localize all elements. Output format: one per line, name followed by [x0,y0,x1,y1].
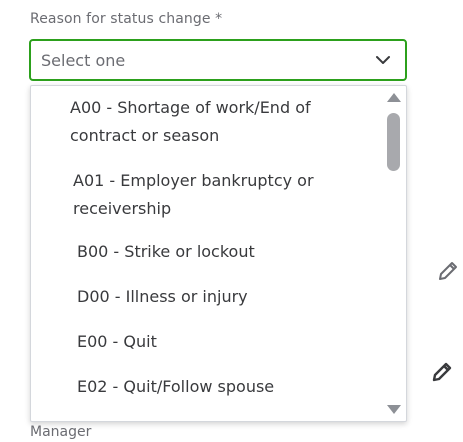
scroll-down-arrow-icon[interactable] [387,405,401,414]
dropdown-list: A00 - Shortage of work/End of contract o… [30,85,407,422]
option-e00[interactable]: E00 - Quit [77,328,367,356]
field-label: Reason for status change * [30,11,223,27]
pencil-icon[interactable] [430,360,454,384]
manager-label: Manager [30,424,92,440]
option-d00[interactable]: D00 - Illness or injury [77,283,367,311]
option-b00[interactable]: B00 - Strike or lockout [77,238,367,266]
reason-select[interactable]: Select one [29,39,407,81]
select-value: Select one [41,51,126,70]
pencil-icon[interactable] [436,259,460,283]
page: Reason for status change * Select one A0… [0,0,463,442]
option-a00[interactable]: A00 - Shortage of work/End of contract o… [70,94,360,150]
scroll-thumb[interactable] [387,113,400,171]
scrollbar[interactable] [382,86,406,421]
scroll-up-arrow-icon[interactable] [387,93,401,102]
option-e02[interactable]: E02 - Quit/Follow spouse [77,373,367,401]
chevron-down-icon[interactable] [375,53,391,67]
option-a01[interactable]: A01 - Employer bankruptcy or receivershi… [73,167,363,223]
